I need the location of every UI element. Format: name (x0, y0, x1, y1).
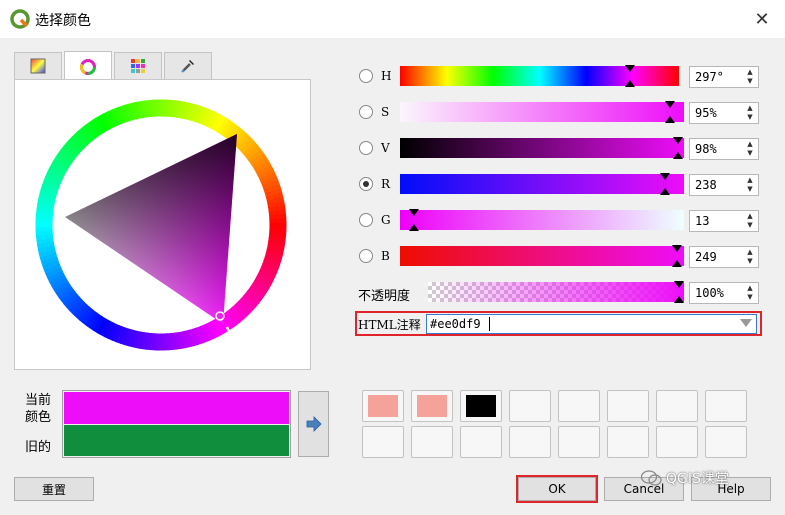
color-wheel[interactable] (15, 80, 310, 369)
spin-arrows-icon[interactable]: ▲ ▼ (744, 284, 756, 302)
watermark: QGIS课堂 (640, 468, 729, 488)
tab-wheel[interactable] (64, 51, 112, 81)
radio-b[interactable] (359, 249, 373, 263)
recent-swatch[interactable] (558, 390, 600, 422)
html-input[interactable]: #ee0df9 (426, 314, 757, 334)
color-wheel-icon (80, 58, 96, 75)
window-title: 选择颜色 (35, 13, 91, 29)
close-button[interactable]: ✕ (739, 0, 785, 38)
dropdown-arrow-icon[interactable] (740, 319, 752, 327)
recent-swatch[interactable] (705, 390, 747, 422)
recent-swatch[interactable] (558, 426, 600, 458)
arrow-right-icon (306, 416, 322, 432)
component-label-b: B (381, 249, 390, 263)
spinbox-s[interactable]: 95% ▲ ▼ (689, 102, 759, 124)
html-label: HTML注释 (358, 318, 421, 332)
qgis-logo-icon (10, 9, 30, 29)
opacity-spinbox[interactable]: 100% ▲ ▼ (689, 282, 759, 304)
radio-v[interactable] (359, 141, 373, 155)
slider-h[interactable] (400, 65, 684, 87)
spinbox-v[interactable]: 98% ▲ ▼ (689, 138, 759, 160)
color-preview (62, 390, 291, 458)
color-ramp-icon (30, 58, 46, 74)
recent-swatch[interactable] (362, 390, 404, 422)
current-color-swatch[interactable] (64, 392, 289, 424)
slider-b[interactable] (400, 245, 684, 267)
component-label-h: H (381, 69, 392, 83)
component-label-v: V (381, 141, 390, 155)
recent-swatch[interactable] (460, 426, 502, 458)
tab-picker[interactable] (164, 52, 212, 80)
slider-v[interactable] (400, 137, 684, 159)
slider-r[interactable] (400, 173, 684, 195)
old-label: 旧的 (25, 440, 52, 455)
slider-g[interactable] (400, 209, 684, 231)
recent-swatch[interactable] (607, 426, 649, 458)
spin-arrows-icon[interactable]: ▲ ▼ (744, 104, 756, 122)
opacity-slider[interactable] (428, 281, 684, 303)
title-bar: 选择颜色 ✕ (0, 0, 785, 38)
color-wheel-panel (14, 79, 311, 370)
spinbox-h[interactable]: 297° ▲ ▼ (689, 66, 759, 88)
recent-swatch[interactable] (509, 390, 551, 422)
radio-h[interactable] (359, 69, 373, 83)
recent-swatch[interactable] (362, 426, 404, 458)
recent-swatch[interactable] (656, 426, 698, 458)
current-label-line2: 颜色 (25, 410, 52, 425)
recent-swatch[interactable] (411, 426, 453, 458)
recent-swatch[interactable] (411, 390, 453, 422)
spinbox-g[interactable]: 13 ▲ ▼ (689, 210, 759, 232)
ok-highlight (516, 475, 598, 503)
recent-swatch[interactable] (509, 426, 551, 458)
spin-arrows-icon[interactable]: ▲ ▼ (744, 140, 756, 158)
wechat-icon (640, 470, 662, 486)
recent-swatch[interactable] (607, 390, 649, 422)
add-to-swatches-button[interactable] (298, 391, 329, 457)
slider-s[interactable] (400, 101, 684, 123)
tab-ramp[interactable] (14, 52, 62, 80)
spin-arrows-icon[interactable]: ▲ ▼ (744, 212, 756, 230)
swatch-grid-icon (131, 59, 145, 73)
radio-r[interactable] (359, 177, 373, 191)
spin-arrows-icon[interactable]: ▲ ▼ (744, 248, 756, 266)
old-color-swatch[interactable] (64, 425, 289, 456)
component-label-g: G (381, 213, 391, 227)
radio-g[interactable] (359, 213, 373, 227)
spinbox-b[interactable]: 249 ▲ ▼ (689, 246, 759, 268)
close-icon: ✕ (754, 8, 770, 30)
opacity-label: 不透明度 (358, 289, 411, 304)
tab-swatches[interactable] (114, 52, 162, 80)
component-label-s: S (381, 105, 390, 119)
eyedropper-icon (181, 60, 194, 73)
reset-button[interactable]: 重置 (14, 477, 94, 501)
spinbox-r[interactable]: 238 ▲ ▼ (689, 174, 759, 196)
text-cursor (489, 317, 490, 331)
recent-swatch[interactable] (656, 390, 698, 422)
recent-swatch[interactable] (705, 426, 747, 458)
spin-arrows-icon[interactable]: ▲ ▼ (744, 68, 756, 86)
component-label-r: R (381, 177, 391, 191)
radio-s[interactable] (359, 105, 373, 119)
spin-arrows-icon[interactable]: ▲ ▼ (744, 176, 756, 194)
recent-swatch[interactable] (460, 390, 502, 422)
